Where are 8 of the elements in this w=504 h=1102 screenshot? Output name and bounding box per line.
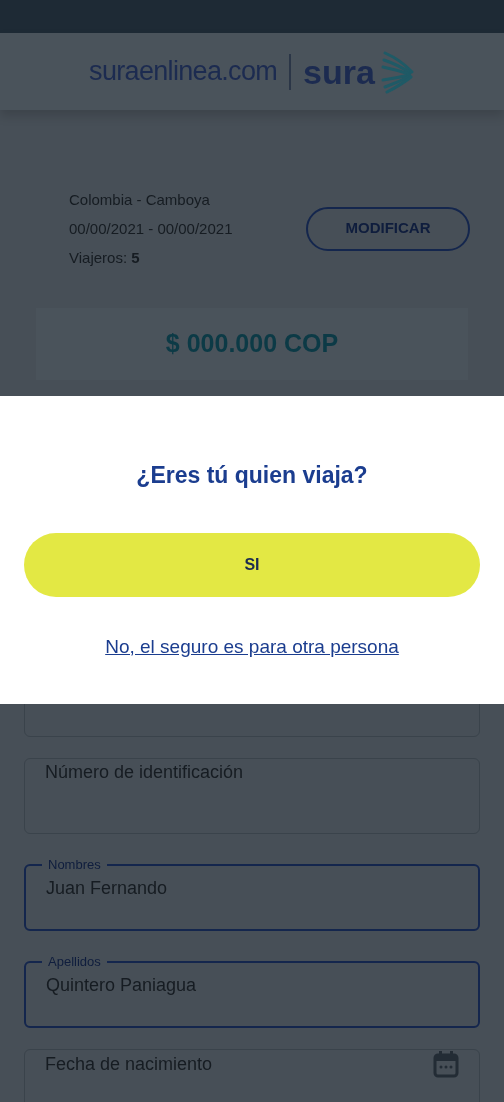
field-label: Apellidos xyxy=(47,953,102,971)
field-label: Nombres xyxy=(47,856,102,874)
price-amount: $ 000.000 COP xyxy=(165,328,339,360)
confirm-button[interactable]: SI xyxy=(24,532,480,597)
dialog-title: ¿Eres tú quien viaja? xyxy=(136,461,368,490)
calendar-icon[interactable] xyxy=(433,1050,459,1078)
other-person-link[interactable]: No, el seguro es para otra persona xyxy=(105,632,399,661)
modify-button[interactable]: MODIFICAR xyxy=(306,206,470,251)
